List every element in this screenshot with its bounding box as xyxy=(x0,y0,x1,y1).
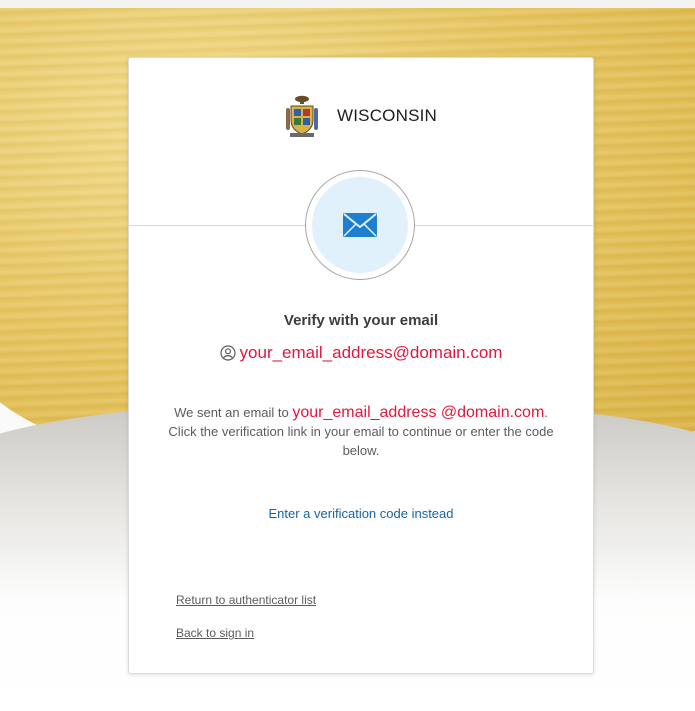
return-authenticator-list-link[interactable]: Return to authenticator list xyxy=(176,593,316,607)
logo-row: WISCONSIN xyxy=(129,94,593,138)
factor-icon-circle xyxy=(312,177,408,273)
page-title: Verify with your email xyxy=(283,312,439,329)
enter-code-link[interactable]: Enter a verification code instead xyxy=(129,506,593,521)
sign-in-card: WISCONSIN Verify with your email your_em… xyxy=(128,57,594,674)
message-email: your_email_address @domain.com xyxy=(292,404,545,421)
message-prefix: We sent an email to xyxy=(174,405,293,420)
user-circle-icon xyxy=(219,345,236,361)
envelope-icon xyxy=(343,213,377,237)
brand-name: WISCONSIN xyxy=(336,106,438,125)
factor-icon-ring xyxy=(305,170,415,280)
verification-message: We sent an email to your_email_address @… xyxy=(159,403,563,460)
identifier-row: your_email_address@domain.com xyxy=(129,343,593,363)
back-to-sign-in-link[interactable]: Back to sign in xyxy=(176,626,254,640)
wisconsin-seal-icon xyxy=(285,95,318,137)
identifier-email: your_email_address@domain.com xyxy=(239,343,503,362)
